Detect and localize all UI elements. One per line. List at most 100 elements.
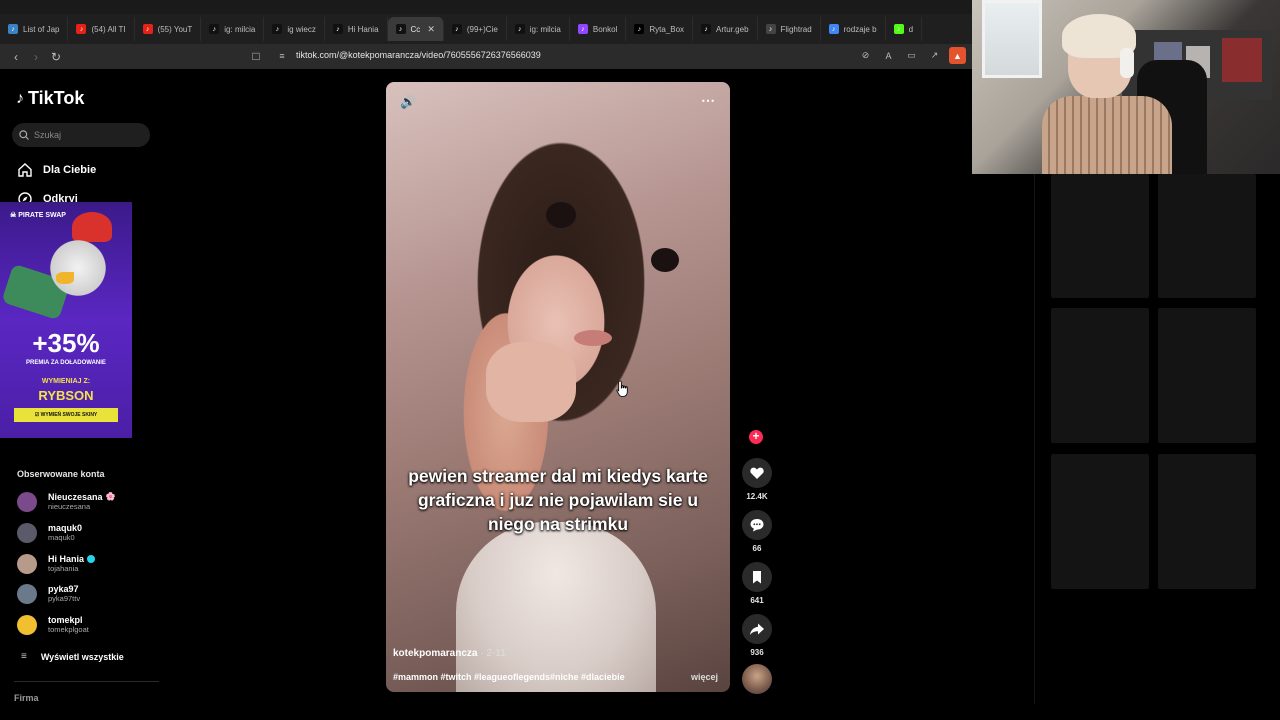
tab-label: List of Jap <box>23 24 60 34</box>
browser-tab[interactable]: ♪ (99+)Cie <box>444 17 507 41</box>
following-account[interactable]: Hi Hania tojahania <box>17 554 96 574</box>
share-button[interactable] <box>742 614 772 644</box>
ad-cta-button[interactable]: ☑ WYMIEŃ SWOJE SKINY <box>14 408 118 422</box>
account-username: nieuczesana <box>48 502 91 511</box>
no-tracking-icon[interactable]: ⊘ <box>857 47 874 64</box>
account-username: tojahania <box>48 564 79 573</box>
browser-tab[interactable]: ♪ Cc ✕ <box>387 17 444 41</box>
video-date: · 2-11 <box>480 648 506 659</box>
video-subject-eye <box>651 248 679 272</box>
browser-tab[interactable]: ♪ ig wiecz <box>264 17 325 41</box>
browser-tab[interactable]: ♪ rodzaje b <box>821 17 886 41</box>
site-settings-icon[interactable]: ≡ <box>272 46 292 66</box>
address-bar[interactable]: tiktok.com/@kotekpomarancza/video/760555… <box>296 50 541 60</box>
video-subject-eye <box>546 202 576 228</box>
tiktok-logo[interactable]: ♪ TikTok <box>16 88 84 109</box>
translate-icon[interactable]: A <box>880 47 897 64</box>
browser-tab[interactable]: ♪ ig: milcia <box>507 17 570 41</box>
following-account[interactable]: pyka97 pyka97ttv <box>17 584 80 604</box>
window-top-strip <box>0 0 972 14</box>
share-icon[interactable]: ↗ <box>926 47 943 64</box>
volume-icon[interactable]: 🔊 <box>400 94 416 110</box>
save-button[interactable] <box>742 562 772 592</box>
cam-window-shape <box>982 0 1042 78</box>
browser-tab[interactable]: ♪ (54) All TI <box>68 17 135 41</box>
tab-favicon-icon: ♪ <box>451 24 462 34</box>
show-all-button[interactable]: ≡ Wyświetl wszystkie <box>21 651 124 662</box>
content-divider <box>1034 174 1035 704</box>
video-thumbnail-placeholder[interactable] <box>1051 454 1149 589</box>
browser-tab[interactable]: ♪ d <box>886 17 923 41</box>
account-name: maquk0 <box>48 523 82 533</box>
following-title: Obserwowane konta <box>17 469 105 479</box>
video-author[interactable]: kotekpomarancza · 2-11 <box>393 648 506 659</box>
browser-tab[interactable]: ♪ (55) YouT <box>135 17 202 41</box>
tab-label: Cc <box>410 24 421 34</box>
avatar <box>17 492 37 512</box>
like-button[interactable] <box>742 458 772 488</box>
search-input[interactable] <box>34 130 144 140</box>
tab-label: (54) All TI <box>91 24 126 34</box>
following-account[interactable]: tomekpl tomekplgoat <box>17 615 89 635</box>
following-account[interactable]: maquk0 maquk0 <box>17 523 82 543</box>
search-box[interactable] <box>12 123 150 147</box>
video-subject-shirt <box>456 522 656 692</box>
footer-company-link[interactable]: Firma <box>14 693 39 703</box>
video-thumbnail-placeholder[interactable] <box>1158 174 1256 298</box>
video-player[interactable]: 🔊 ⋯ pewien streamer dal mi kiedys karte … <box>386 82 730 692</box>
account-name: pyka97 <box>48 584 80 594</box>
sound-avatar[interactable] <box>742 664 772 694</box>
tab-label: ig: milcia <box>529 24 561 34</box>
browser-tab[interactable]: ♪ Bonkol <box>570 17 627 41</box>
back-icon[interactable]: ‹ <box>6 47 26 67</box>
avatar <box>17 615 37 635</box>
ad-brand-logo: ☠ PIRATE SWAP <box>10 212 66 219</box>
nav-item-for-you[interactable]: Dla Ciebie <box>17 162 96 178</box>
tab-label: (55) YouT <box>157 24 193 34</box>
bookmark-icon[interactable]: □ <box>246 46 266 66</box>
browser-tab[interactable]: ♪ Artur.geb <box>693 17 758 41</box>
pirateswap-ad[interactable]: ☠ PIRATE SWAP +35% PREMIA ZA DOŁADOWANIE… <box>0 202 132 438</box>
video-subject-lips <box>574 330 612 346</box>
more-description-button[interactable]: więcej <box>691 672 718 682</box>
close-tab-icon[interactable]: ✕ <box>427 24 435 35</box>
browser-tab[interactable]: ♪ List of Jap <box>0 17 69 41</box>
video-thumbnail-placeholder[interactable] <box>1051 174 1149 298</box>
tab-favicon-icon: ♪ <box>76 24 87 34</box>
logo-text: TikTok <box>28 88 85 108</box>
tab-favicon-icon: ♪ <box>142 24 153 34</box>
cam-headset-shape <box>1120 48 1134 78</box>
tab-favicon-icon: ♪ <box>272 24 283 34</box>
account-username: tomekplgoat <box>48 625 89 634</box>
account-name-text: tomekpl <box>48 615 83 625</box>
hand-cursor-icon <box>616 380 628 397</box>
tab-favicon-icon: ♪ <box>209 24 220 34</box>
home-icon <box>18 163 32 177</box>
ad-rooster-beak <box>56 272 74 284</box>
video-thumbnail-placeholder[interactable] <box>1158 454 1256 589</box>
author-name[interactable]: kotekpomarancza <box>393 648 477 659</box>
browser-tab[interactable]: ♪ Ryta_Box <box>626 17 694 41</box>
forward-icon[interactable]: › <box>26 47 46 67</box>
tab-favicon-icon: ♪ <box>395 24 406 34</box>
browser-tab[interactable]: ♪ Hi Hania <box>325 17 388 41</box>
video-hashtags[interactable]: #mammon #twitch #leagueoflegends#niche #… <box>393 672 625 682</box>
reload-icon[interactable]: ↻ <box>46 47 66 67</box>
account-name: Nieuczesana 🌸 <box>48 492 116 502</box>
ad-exchange-text: WYMIENIAJ Z: <box>41 378 91 385</box>
following-account[interactable]: Nieuczesana 🌸 nieuczesana <box>17 492 116 512</box>
browser-tab[interactable]: ♪ Flightrad <box>758 17 821 41</box>
cast-icon[interactable]: ▭ <box>903 47 920 64</box>
video-thumbnail-placeholder[interactable] <box>1158 308 1256 443</box>
brave-shield-icon[interactable]: ▲ <box>949 47 966 64</box>
ad-code: RYBSON <box>38 388 94 403</box>
browser-tab[interactable]: ♪ ig: milcia <box>201 17 265 41</box>
browser-toolbar-actions: ⊘ A ▭ ↗ ▲ <box>857 47 966 64</box>
follow-plus-button[interactable]: + <box>749 430 763 444</box>
comment-button[interactable] <box>742 510 772 540</box>
more-options-icon[interactable]: ⋯ <box>701 92 716 109</box>
tab-favicon-icon: ♪ <box>765 24 776 34</box>
tab-favicon-icon: ♪ <box>893 24 904 34</box>
sidebar-divider <box>14 681 159 682</box>
video-thumbnail-placeholder[interactable] <box>1051 308 1149 443</box>
